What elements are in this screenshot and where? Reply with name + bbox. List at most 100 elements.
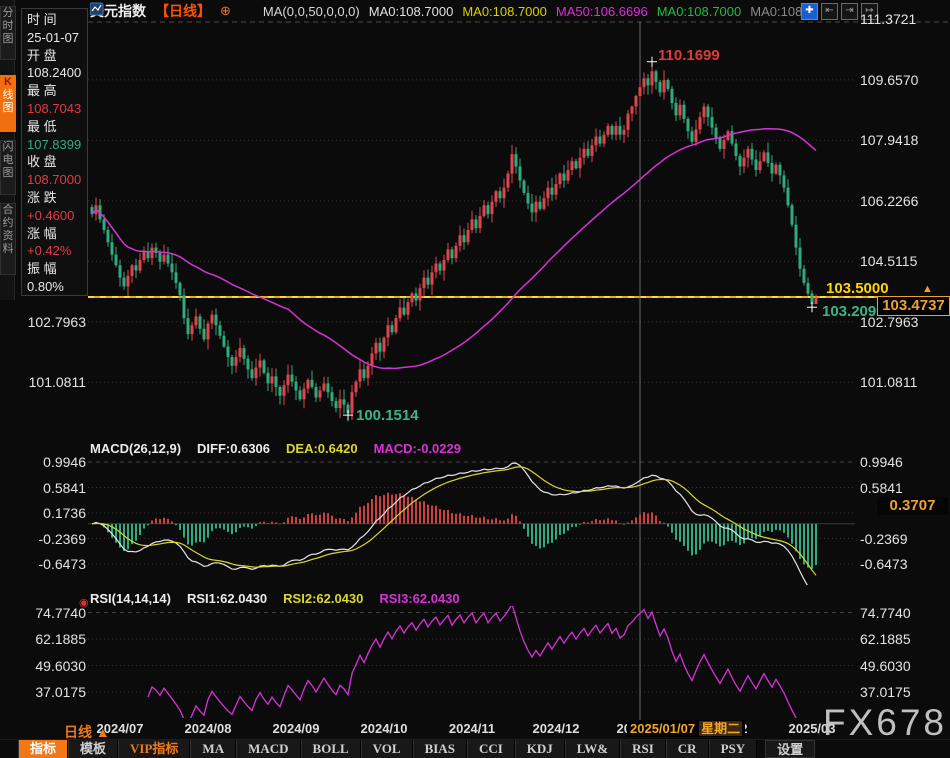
info-value: 25-01-07 [27, 29, 87, 47]
axis-label: -0.6473 [0, 556, 86, 572]
pan-left-icon[interactable]: ⇤ [821, 3, 838, 20]
quote-info-panel: 时 间25-01-07开 盘108.2400最 高108.7043最 低107.… [21, 8, 88, 296]
rsi1-value: RSI1:62.0430 [187, 591, 267, 606]
info-value: +0.42% [27, 242, 87, 260]
info-value: 108.2400 [27, 64, 87, 82]
macd-title: MACD(26,12,9) [90, 441, 181, 456]
ma-value: MA50:106.6696 [556, 4, 648, 19]
macd-diff-value: DIFF:0.6306 [197, 441, 270, 456]
info-label: 最 高 [27, 82, 87, 100]
ma-values: MA0:108.7000 MA0:108.7000 MA50:106.6696 MA0… [369, 4, 822, 19]
macd-value-box: 0.3707 [877, 497, 948, 515]
axis-label: 0.5841 [860, 480, 903, 496]
axis-label: 109.6570 [860, 72, 918, 88]
axis-label: -0.6473 [860, 556, 907, 572]
info-value: 108.7000 [27, 171, 87, 189]
hline-price-label: 103.5000 [826, 280, 889, 297]
axis-label: 37.0175 [860, 684, 911, 700]
info-label: 振 幅 [27, 260, 87, 278]
toolbar-item-MACD[interactable]: MACD [236, 740, 300, 758]
axis-label: 74.7740 [0, 605, 86, 621]
indicator-toolbar: 指标模板VIP指标MAMACDBOLLVOLBIASCCIKDJLW&RSICR… [18, 740, 950, 758]
axis-label: 49.6030 [0, 658, 86, 674]
axis-label: -0.2369 [0, 531, 86, 547]
rsi2-value: RSI2:62.0430 [283, 591, 363, 606]
ma-settings-text: MA(0,0,50,0,0,0) [263, 4, 360, 19]
tab-first-char: K [4, 76, 12, 88]
month-label-2024/12: 2024/12 [516, 721, 596, 736]
ma-value: MA0:108.7000 [462, 4, 547, 19]
last-price-box: 103.4737 [877, 296, 950, 316]
toolbar-item-RSI[interactable]: RSI [620, 740, 666, 758]
high-price-marker: 110.1699 [658, 47, 720, 64]
info-value: 0.80% [27, 278, 87, 296]
axis-label: 0.9946 [0, 454, 86, 470]
month-label-2024/08: 2024/08 [168, 721, 248, 736]
axis-label: 37.0175 [0, 684, 86, 700]
chart-canvas[interactable] [0, 0, 950, 758]
macd-dea-value: DEA:0.6420 [286, 441, 358, 456]
toolbar-item-设置[interactable]: 设置 [765, 740, 815, 758]
macd-header: MACD(26,12,9) DIFF:0.6306 DEA:0.6420 MAC… [90, 441, 461, 456]
toolbar-item-CCI[interactable]: CCI [467, 740, 515, 758]
rsi-header: RSI(14,14,14) RSI1:62.0430 RSI2:62.0430 … [90, 591, 460, 606]
toolbar-item-模板[interactable]: 模板 [68, 740, 118, 758]
side-tab-K线图[interactable]: K线图 [0, 75, 16, 132]
info-value: 108.7043 [27, 100, 87, 118]
chart-app: 分时图 K线图闪电图合约资料 美元指数【日线】 ⊕ MA(0,0,50,0,0,0… [0, 0, 950, 758]
axis-label: 49.6030 [860, 658, 911, 674]
info-value: 107.8399 [27, 136, 87, 154]
month-label-2024/10: 2024/10 [344, 721, 424, 736]
rsi-alert-dot-icon[interactable]: ◉ [79, 596, 89, 609]
side-tab-合约资料[interactable]: 合约资料 [0, 203, 16, 275]
crosshair-mode-icon[interactable]: ✚ [801, 3, 818, 20]
toolbar-item-KDJ[interactable]: KDJ [515, 740, 565, 758]
period-tag: 【日线】 [155, 1, 211, 21]
side-tab-strip: 分时图 K线图闪电图合约资料 [0, 0, 15, 300]
axis-label: 0.5841 [0, 480, 86, 496]
axis-label: 107.9418 [860, 132, 918, 148]
info-label: 开 盘 [27, 47, 87, 65]
info-label: 涨 跌 [27, 189, 87, 207]
toolbar-item-BOLL[interactable]: BOLL [301, 740, 361, 758]
tooltip-weekday: 星期二 [699, 721, 742, 736]
chart-header: 美元指数【日线】 ⊕ MA(0,0,50,0,0,0) MA0:108.7000… [90, 2, 822, 20]
chart-type-icon[interactable] [240, 4, 254, 18]
month-label-2024/09: 2024/09 [256, 721, 336, 736]
rsi3-value: RSI3:62.0430 [379, 591, 459, 606]
toolbar-item-LW&[interactable]: LW& [565, 740, 620, 758]
info-label: 收 盘 [27, 153, 87, 171]
axis-label: 104.5115 [860, 253, 917, 269]
axis-label: 62.1885 [860, 631, 911, 647]
toolbar-item-VIP指标[interactable]: VIP指标 [118, 740, 190, 758]
info-value: +0.4600 [27, 207, 87, 225]
side-tab-闪电图[interactable]: 闪电图 [0, 140, 16, 195]
axis-label: 111.3721 [860, 11, 916, 27]
add-compare-icon[interactable]: ⊕ [220, 3, 231, 19]
axis-label: 62.1885 [0, 631, 86, 647]
axis-label: 106.2266 [860, 193, 918, 209]
rsi-title: RSI(14,14,14) [90, 591, 171, 606]
info-label: 时 间 [27, 11, 87, 29]
axis-label: 101.0811 [860, 374, 917, 390]
low-price-marker: 100.1514 [356, 407, 419, 424]
info-label: 涨 幅 [27, 225, 87, 243]
macd-bar-value: MACD:-0.0229 [374, 441, 461, 456]
toolbar-item-VOL[interactable]: VOL [361, 740, 413, 758]
price-up-arrow-icon: ▲ [922, 283, 933, 295]
axis-label: 0.9946 [860, 454, 903, 470]
ma-value: MA0:108.7000 [657, 4, 742, 19]
month-label-2024/11: 2024/11 [432, 721, 512, 736]
recent-low-marker: 103.2099 [822, 303, 885, 320]
axis-label: 102.7963 [0, 314, 86, 330]
toolbar-item-CR[interactable]: CR [666, 740, 709, 758]
ma-value: MA0:108.7000 [369, 4, 454, 19]
toolbar-item-MA[interactable]: MA [190, 740, 236, 758]
info-label: 最 低 [27, 118, 87, 136]
side-tab-分时图[interactable]: 分时图 [0, 6, 16, 60]
toolbar-item-PSY[interactable]: PSY [709, 740, 758, 758]
axis-label: 0.1736 [0, 505, 86, 521]
pan-right-icon[interactable]: ⇥ [841, 3, 858, 20]
toolbar-item-指标[interactable]: 指标 [18, 740, 68, 758]
toolbar-item-BIAS[interactable]: BIAS [413, 740, 467, 758]
